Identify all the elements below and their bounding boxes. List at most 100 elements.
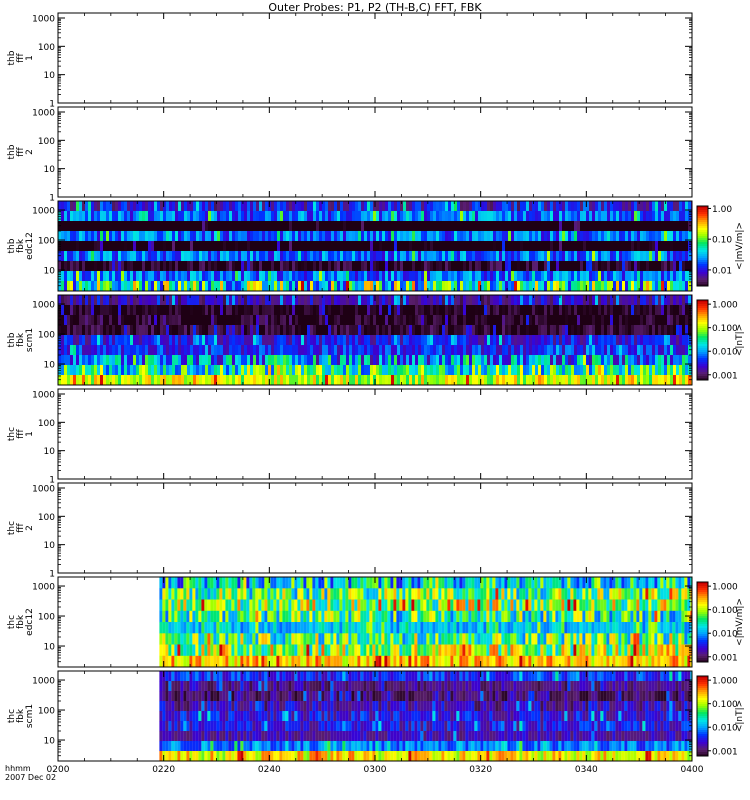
spectrogram-cell [451, 355, 454, 366]
spectrogram-cell [253, 325, 256, 336]
spectrogram-cell [181, 375, 184, 386]
spectrogram-cell [205, 201, 208, 212]
spectrogram-cell [103, 365, 106, 376]
spectrogram-cell [343, 375, 346, 386]
spectrogram-cell [211, 365, 214, 376]
spectrogram-cell [550, 271, 553, 282]
spectrogram-cell [133, 355, 136, 366]
spectrogram-cell [676, 261, 679, 272]
spectrogram-cell [484, 241, 487, 252]
spectrogram-cell [372, 588, 376, 600]
spectrogram-cell [502, 271, 505, 282]
spectrogram-cell [322, 221, 325, 232]
spectrogram-cell [406, 305, 409, 316]
spectrogram-cell [226, 305, 229, 316]
spectrogram-cell [643, 345, 646, 356]
spectrogram-cell [106, 221, 109, 232]
spectrogram-cell [343, 201, 346, 212]
spectrogram-cell [489, 577, 493, 589]
spectrogram-cell [339, 588, 343, 600]
spectrogram-cell [415, 375, 418, 386]
spectrogram-cell [661, 305, 664, 316]
spectrogram-cell [592, 201, 595, 212]
spectrogram-cell [154, 305, 157, 316]
spectrogram-cell [166, 355, 169, 366]
spectrogram-cell [403, 271, 406, 282]
spectrogram-cell [100, 315, 103, 326]
spectrogram-cell [679, 271, 682, 282]
spectrogram-cell [607, 221, 610, 232]
spectrogram-cell [646, 325, 649, 336]
spectrogram-cell [253, 251, 256, 262]
spectrogram-cell [160, 325, 163, 336]
spectrogram-cell [283, 345, 286, 356]
spectrogram-cell [661, 251, 664, 262]
spectrogram-cell [465, 588, 469, 600]
spectrogram-cell [427, 241, 430, 252]
spectrogram-cell [487, 325, 490, 336]
spectrogram-cell [379, 271, 382, 282]
spectrogram-cell [379, 281, 382, 292]
spectrogram-cell [82, 315, 85, 326]
spectrogram-cell [208, 305, 211, 316]
spectrogram-cell [484, 365, 487, 376]
spectrogram-cell [184, 211, 187, 222]
spectrogram-cell [613, 261, 616, 272]
spectrogram-cell [73, 325, 76, 336]
spectrogram-cell [334, 231, 337, 242]
spectrogram-cell [634, 211, 637, 222]
spectrogram-cell [589, 365, 592, 376]
spectrogram-cell [598, 325, 601, 336]
spectrogram-cell [180, 599, 184, 612]
spectrogram-cell [412, 345, 415, 356]
spectrogram-cell [151, 295, 154, 306]
spectrogram-cell [231, 599, 235, 612]
spectrogram-cell [457, 261, 460, 272]
spectrogram-cell [667, 211, 670, 222]
spectrogram-cell [256, 231, 259, 242]
spectrogram-cell [184, 201, 187, 212]
spectrogram-cell [244, 261, 247, 272]
spectrogram-cell [460, 335, 463, 346]
spectrogram-cell [214, 211, 217, 222]
spectrogram-cell [97, 241, 100, 252]
spectrogram-cell [318, 577, 322, 589]
spectrogram-cell [169, 335, 172, 346]
spectrogram-cell [79, 261, 82, 272]
spectrogram-cell [328, 201, 331, 212]
spectrogram-cell [85, 325, 88, 336]
spectrogram-cell [274, 251, 277, 262]
spectrogram-cell [199, 201, 202, 212]
spectrogram-cell [481, 271, 484, 282]
spectrogram-cell [157, 315, 160, 326]
spectrogram-cell [232, 295, 235, 306]
spectrogram-cell [136, 221, 139, 232]
spectrogram-cell [588, 577, 592, 589]
spectrogram-cell [508, 251, 511, 262]
spectrogram-cell [595, 241, 598, 252]
spectrogram-cell [328, 335, 331, 346]
spectrogram-cell [682, 241, 685, 252]
spectrogram-cell [582, 577, 586, 589]
spectrogram-cell [574, 261, 577, 272]
spectrogram-cell [622, 315, 625, 326]
spectrogram-cell [82, 241, 85, 252]
spectrogram-cell [298, 211, 301, 222]
spectrogram-cell [613, 355, 616, 366]
spectrogram-cell [541, 305, 544, 316]
spectrogram-cell [409, 365, 412, 376]
spectrogram-cell [79, 251, 82, 262]
spectrogram-cell [487, 231, 490, 242]
spectrogram-cell [673, 261, 676, 272]
spectrogram-cell [670, 295, 673, 306]
spectrogram-cell [640, 241, 643, 252]
spectrogram-cell [67, 271, 70, 282]
spectrogram-cell [175, 241, 178, 252]
spectrogram-cell [322, 325, 325, 336]
spectrogram-cell [466, 355, 469, 366]
spectrogram-cell [231, 588, 235, 600]
spectrogram-cell [265, 231, 268, 242]
spectrogram-cell [307, 261, 310, 272]
spectrogram-cell [201, 577, 205, 589]
spectrogram-cell [310, 365, 313, 376]
